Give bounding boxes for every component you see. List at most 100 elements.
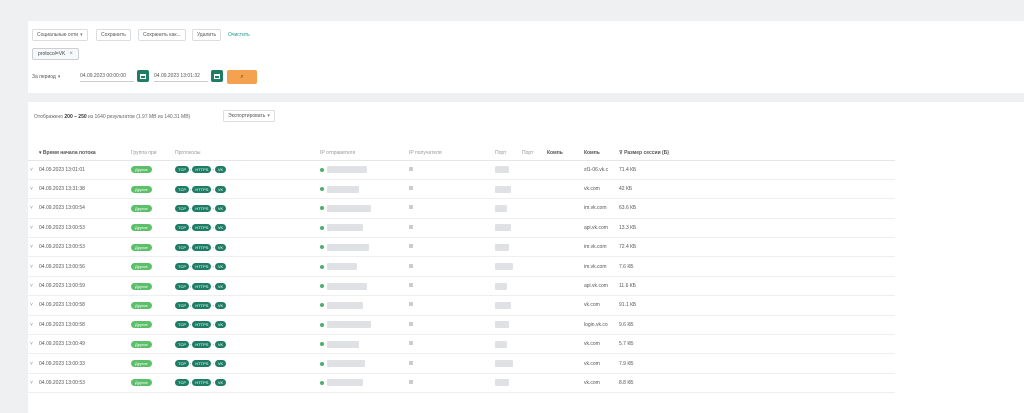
row-expand-icon[interactable]: ˅	[28, 198, 37, 219]
row-expand-icon[interactable]: ˅	[28, 179, 37, 200]
protocol-https-badge: HTTPS	[192, 301, 212, 309]
save-as-button[interactable]: Сохранить как...	[138, 29, 186, 41]
chevron-right-icon: ›	[190, 380, 192, 386]
row-port-1	[493, 315, 520, 336]
row-expand-icon[interactable]: ˅	[28, 237, 37, 258]
row-host: im.vk.com	[582, 198, 617, 219]
close-icon[interactable]: ×	[69, 51, 73, 57]
calendar-to-icon[interactable]	[211, 70, 223, 82]
row-expand-icon[interactable]: ˅	[28, 276, 37, 297]
table-row[interactable]: ˅ 04.09.2023 13:00:59 Другое TCP › HTTPS ›…	[28, 276, 895, 297]
save-button[interactable]: Сохранить	[96, 29, 131, 41]
period-dropdown[interactable]: За период ▾	[32, 71, 60, 83]
header-app-group[interactable]: Группа при	[129, 146, 173, 161]
row-host: im.vk.com	[582, 237, 617, 258]
summary-range: 200 – 250	[64, 114, 87, 120]
sort-desc-icon: ▾	[39, 149, 42, 156]
table-row[interactable]: ˅ 04.09.2023 13:00:53 Другое TCP › HTTPS ›…	[28, 373, 895, 394]
status-dot-icon	[320, 206, 324, 211]
header-session-size[interactable]: ⊽ Размер сессии (Б)	[617, 146, 895, 161]
header-port-1[interactable]: Порт	[493, 146, 520, 161]
row-comp-1	[545, 256, 582, 277]
sessions-table: ▾ Время начала потока Группа при Протоко…	[28, 146, 895, 394]
protocol-tcp-badge: TCP	[175, 379, 189, 387]
redacted-ip	[327, 360, 365, 368]
filter-chip[interactable]: protocol=VK ×	[32, 48, 79, 60]
calendar-from-icon[interactable]	[137, 70, 149, 82]
table-row[interactable]: ˅ 04.09.2023 13:00:58 Другое TCP › HTTPS ›…	[28, 295, 895, 316]
row-expand-icon[interactable]: ˅	[28, 373, 37, 394]
redacted-port	[495, 204, 507, 212]
table-row[interactable]: ˅ 04.09.2023 13:00:49 Другое TCP › HTTPS ›…	[28, 334, 895, 355]
protocol-https-badge: HTTPS	[192, 360, 212, 368]
row-ip-receiver	[407, 373, 493, 394]
row-expand-icon[interactable]: ˅	[28, 218, 37, 239]
table-row[interactable]: ˅ 04.09.2023 13:00:53 Другое TCP › HTTPS ›…	[28, 218, 895, 239]
header-comp-1[interactable]: Компь	[545, 146, 582, 161]
social-networks-dropdown[interactable]: Социальные сети ▾	[32, 29, 88, 41]
date-from-field[interactable]: 04.09.2023 00:00:00	[80, 71, 134, 82]
row-comp-1	[545, 276, 582, 297]
table-body: ˅ 04.09.2023 13:01:01 Другое TCP › HTTPS ›…	[28, 160, 895, 394]
table-row[interactable]: ˅ 04.09.2023 13:01:01 Другое TCP › HTTPS ›…	[28, 160, 895, 180]
delete-button[interactable]: Удалить	[192, 29, 222, 41]
row-expand-icon[interactable]: ˅	[28, 256, 37, 277]
table-row[interactable]: ˅ 04.09.2023 13:31:38 Другое TCP › HTTPS ›…	[28, 179, 895, 200]
redacted-ip	[327, 204, 371, 212]
table-row[interactable]: ˅ 04.09.2023 13:00:54 Другое TCP › HTTPS ›…	[28, 198, 895, 219]
row-ip-sender	[318, 198, 407, 219]
redacted-port	[495, 263, 513, 271]
row-ip-receiver	[407, 334, 493, 355]
header-port-2[interactable]: Порт	[520, 146, 545, 161]
redacted-ip	[409, 379, 413, 384]
row-comp-1	[545, 334, 582, 355]
protocol-vk-badge: VK	[214, 360, 227, 368]
row-expand-icon[interactable]: ˅	[28, 334, 37, 355]
table-row[interactable]: ˅ 04.09.2023 13:00:58 Другое TCP › HTTPS ›…	[28, 315, 895, 336]
row-expand-icon[interactable]: ˅	[28, 295, 37, 316]
redacted-port	[495, 185, 511, 193]
row-ip-sender	[318, 295, 407, 316]
group-badge: Другое	[131, 321, 152, 329]
redacted-port	[495, 360, 513, 368]
status-dot-icon	[320, 322, 324, 327]
row-expand-icon[interactable]: ˅	[28, 160, 37, 180]
row-group-cell: Другое	[129, 198, 173, 219]
protocol-vk-badge: VK	[214, 340, 227, 348]
row-protocols: TCP › HTTPS › VK	[173, 218, 318, 239]
results-summary: Отображено 200 – 250 из 1640 результатов…	[34, 114, 190, 120]
row-expand-icon[interactable]: ˅	[28, 315, 37, 336]
row-session-size: 9.6 КБ	[617, 315, 895, 336]
header-protocols[interactable]: Протоколы	[173, 146, 318, 161]
row-group-cell: Другое	[129, 315, 173, 336]
protocol-vk-badge: VK	[214, 204, 227, 212]
row-group-cell: Другое	[129, 179, 173, 200]
table-row[interactable]: ˅ 04.09.2023 13:00:33 Другое TCP › HTTPS ›…	[28, 353, 895, 374]
redacted-ip	[327, 166, 367, 174]
summary-size: (1.97 MB из 140.31 MB)	[136, 114, 191, 120]
row-ip-receiver	[407, 160, 493, 180]
protocol-https-badge: HTTPS	[192, 166, 212, 174]
table-row[interactable]: ˅ 04.09.2023 13:00:53 Другое TCP › HTTPS ›…	[28, 237, 895, 258]
row-expand-icon[interactable]: ˅	[28, 353, 37, 374]
group-badge: Другое	[131, 204, 152, 212]
row-port-2	[520, 237, 545, 258]
header-start-time[interactable]: ▾ Время начала потока	[37, 146, 129, 161]
protocol-https-badge: HTTPS	[192, 243, 212, 251]
clear-link[interactable]: Очистить	[228, 29, 250, 41]
protocol-vk-badge: VK	[214, 282, 227, 290]
row-ip-sender	[318, 353, 407, 374]
row-start-time: 04.09.2023 13:00:54	[37, 198, 129, 219]
redacted-ip	[327, 340, 359, 348]
row-start-time: 04.09.2023 13:00:33	[37, 353, 129, 374]
search-button[interactable]: ⌕	[227, 70, 257, 84]
row-ip-receiver	[407, 256, 493, 277]
header-ip-receiver[interactable]: IP получателя	[407, 146, 493, 161]
header-comp-2[interactable]: Компь	[582, 146, 617, 161]
export-dropdown[interactable]: Экспортировать ▾	[223, 110, 275, 122]
date-to-field[interactable]: 04.09.2023 13:01:32	[154, 71, 208, 82]
header-ip-sender[interactable]: IP отправителя	[318, 146, 407, 161]
protocol-vk-badge: VK	[214, 263, 227, 271]
table-row[interactable]: ˅ 04.09.2023 13:00:56 Другое TCP › HTTPS ›…	[28, 256, 895, 277]
row-group-cell: Другое	[129, 353, 173, 374]
